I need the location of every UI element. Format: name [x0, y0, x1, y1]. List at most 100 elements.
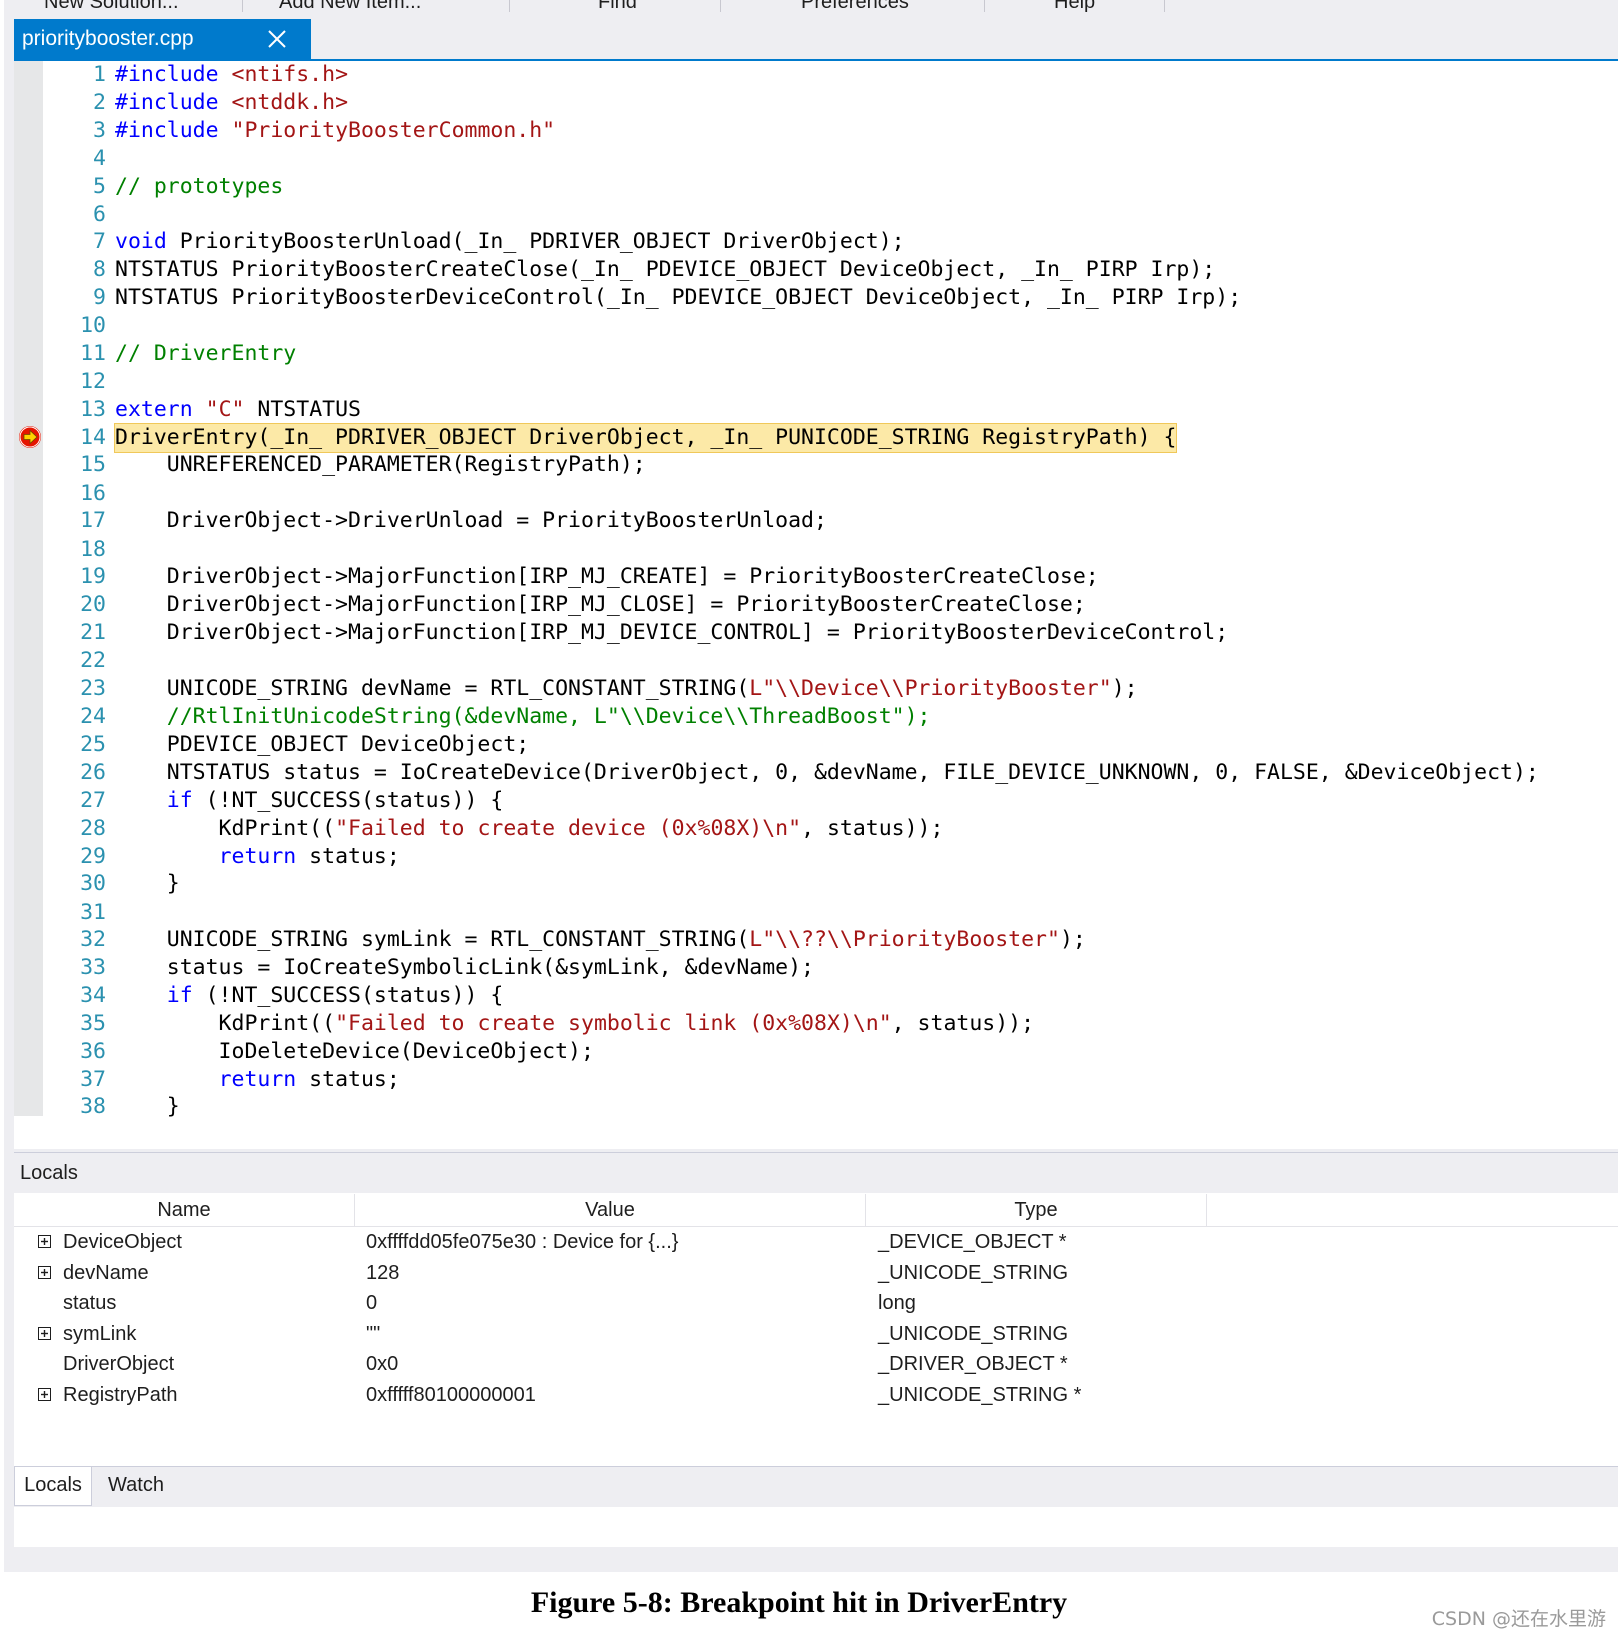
menu-item-preferences[interactable]: Preferences	[801, 0, 909, 13]
code-line[interactable]: 24 //RtlInitUnicodeString(&devName, L"\\…	[14, 703, 1618, 731]
code-editor[interactable]: 1 #include <ntifs.h> 2 #include <ntddk.h> 3 #…	[14, 61, 1618, 1149]
column-header-name[interactable]: Name	[14, 1194, 355, 1226]
code-line[interactable]: 4	[14, 145, 1618, 173]
code-line[interactable]: 37 return status;	[14, 1066, 1618, 1094]
tab-watch[interactable]: Watch	[94, 1467, 178, 1505]
code-token: , status));	[891, 1011, 1035, 1036]
code-line[interactable]: 25 PDEVICE_OBJECT DeviceObject;	[14, 731, 1618, 759]
code-keyword: if	[166, 788, 193, 813]
code-line[interactable]: 28 KdPrint(("Failed to create device (0x…	[14, 815, 1618, 843]
code-line[interactable]: 26 NTSTATUS status = IoCreateDevice(Driv…	[14, 759, 1618, 787]
code-line[interactable]: 6	[14, 201, 1618, 229]
code-line[interactable]: 38 }	[14, 1093, 1618, 1121]
code-line[interactable]: 33 status = IoCreateSymbolicLink(&symLin…	[14, 954, 1618, 982]
code-line[interactable]: 31	[14, 899, 1618, 927]
code-line[interactable]: 30 }	[14, 870, 1618, 898]
code-token: NTSTATUS PriorityBoosterCreateClose(_In_…	[115, 257, 1216, 282]
menu-item-new-solution[interactable]: New Solution...	[44, 0, 179, 13]
code-token: IoDeleteDevice(DeviceObject);	[115, 1039, 594, 1064]
code-text: #include <ntddk.h>	[115, 89, 348, 117]
code-line[interactable]: 10	[14, 312, 1618, 340]
locals-type-cell: _DRIVER_OBJECT *	[878, 1353, 1068, 1375]
line-number: 30	[80, 871, 106, 896]
locals-row[interactable]: DeviceObject 0xffffdd05fe075e30 : Device …	[14, 1227, 1618, 1258]
code-text: #include <ntifs.h>	[115, 61, 348, 89]
locals-value-cell[interactable]: 0xffffdd05fe075e30 : Device for {...}	[366, 1227, 678, 1258]
code-text: DriverObject->MajorFunction[IRP_MJ_DEVIC…	[115, 619, 1228, 647]
expand-plus-icon[interactable]	[38, 1235, 51, 1248]
close-icon[interactable]	[267, 29, 287, 49]
code-line[interactable]: 23 UNICODE_STRING devName = RTL_CONSTANT…	[14, 675, 1618, 703]
menu-item-add-new-item[interactable]: Add New Item...	[279, 0, 421, 13]
code-line[interactable]: 32 UNICODE_STRING symLink = RTL_CONSTANT…	[14, 926, 1618, 954]
tab-locals[interactable]: Locals	[14, 1467, 92, 1506]
locals-value-cell[interactable]: ""	[366, 1319, 380, 1350]
locals-row[interactable]: status 0 long	[14, 1288, 1618, 1319]
line-number: 15	[80, 452, 106, 477]
code-token: status;	[296, 844, 400, 869]
code-line[interactable]: 21 DriverObject->MajorFunction[IRP_MJ_DE…	[14, 619, 1618, 647]
menu-separator	[242, 0, 243, 12]
current-statement-text: DriverEntry(_In_ PDRIVER_OBJECT DriverOb…	[113, 423, 1178, 453]
code-line[interactable]: 27 if (!NT_SUCCESS(status)) {	[14, 787, 1618, 815]
locals-value-cell[interactable]: 0	[366, 1288, 377, 1319]
expand-plus-icon[interactable]	[38, 1388, 51, 1401]
code-line[interactable]: 13 extern "C" NTSTATUS	[14, 396, 1618, 424]
code-token: (!NT_SUCCESS(status)) {	[192, 983, 504, 1008]
locals-value-cell[interactable]: 0x0	[366, 1349, 398, 1380]
code-text: if (!NT_SUCCESS(status)) {	[115, 787, 504, 815]
code-line[interactable]: 18	[14, 536, 1618, 564]
code-line[interactable]: 15 UNREFERENCED_PARAMETER(RegistryPath);	[14, 451, 1618, 479]
ide-window: New Solution... Add New Item... Find Pre…	[4, 0, 1618, 1572]
locals-row[interactable]: DriverObject 0x0 _DRIVER_OBJECT *	[14, 1349, 1618, 1380]
locals-row[interactable]: RegistryPath 0xfffff80100000001 _UNICODE_S…	[14, 1380, 1618, 1411]
code-token: NTSTATUS	[244, 397, 361, 422]
code-line[interactable]: 17 DriverObject->DriverUnload = Priority…	[14, 507, 1618, 535]
code-token: DriverObject->MajorFunction[IRP_MJ_DEVIC…	[115, 620, 1229, 645]
code-line[interactable]: 9 NTSTATUS PriorityBoosterDeviceControl(_…	[14, 284, 1618, 312]
column-header-type[interactable]: Type	[866, 1194, 1207, 1226]
code-keyword: return	[218, 1067, 297, 1092]
code-line[interactable]: 20 DriverObject->MajorFunction[IRP_MJ_CL…	[14, 591, 1618, 619]
code-line[interactable]: 22	[14, 647, 1618, 675]
code-text: KdPrint(("Failed to create device (0x%08…	[115, 815, 944, 843]
menu-item-find[interactable]: Find	[598, 0, 637, 13]
code-line[interactable]: 5 // prototypes	[14, 173, 1618, 201]
code-text: UNICODE_STRING symLink = RTL_CONSTANT_ST…	[115, 926, 1086, 954]
code-line[interactable]: 2 #include <ntddk.h>	[14, 89, 1618, 117]
locals-value-cell[interactable]: 0xfffff80100000001	[366, 1380, 536, 1411]
code-line[interactable]: 29 return status;	[14, 843, 1618, 871]
code-text: NTSTATUS PriorityBoosterCreateClose(_In_…	[115, 256, 1215, 284]
code-text: extern "C" NTSTATUS	[115, 396, 361, 424]
code-text: PDEVICE_OBJECT DeviceObject;	[115, 731, 529, 759]
code-keyword: extern	[115, 397, 193, 422]
code-line[interactable]: 35 KdPrint(("Failed to create symbolic l…	[14, 1010, 1618, 1038]
code-line[interactable]: 7 void PriorityBoosterUnload(_In_ PDRIVER…	[14, 228, 1618, 256]
locals-row[interactable]: devName 128 _UNICODE_STRING	[14, 1258, 1618, 1289]
code-line[interactable]: 34 if (!NT_SUCCESS(status)) {	[14, 982, 1618, 1010]
menu-item-help[interactable]: Help	[1054, 0, 1095, 13]
code-line[interactable]: 16	[14, 480, 1618, 508]
locals-type-cell: _UNICODE_STRING	[878, 1262, 1069, 1284]
code-string: "Failed to create device (0x%08X)\n"	[335, 816, 802, 841]
locals-row[interactable]: symLink "" _UNICODE_STRING	[14, 1319, 1618, 1350]
expand-plus-icon[interactable]	[38, 1266, 51, 1279]
code-line[interactable]: 3 #include "PriorityBoosterCommon.h"	[14, 117, 1618, 145]
line-number: 8	[93, 257, 106, 282]
code-line[interactable]: 1 #include <ntifs.h>	[14, 61, 1618, 89]
code-line[interactable]: 19 DriverObject->MajorFunction[IRP_MJ_CR…	[14, 563, 1618, 591]
expand-plus-icon[interactable]	[38, 1327, 51, 1340]
locals-value-cell[interactable]: 128	[366, 1258, 399, 1289]
line-number: 24	[80, 704, 106, 729]
column-header-value[interactable]: Value	[355, 1194, 866, 1226]
tab-prioritybooster-cpp[interactable]: prioritybooster.cpp	[14, 19, 311, 59]
line-number: 2	[93, 90, 106, 115]
code-line[interactable]: 11 // DriverEntry	[14, 340, 1618, 368]
code-string: "Failed to create symbolic link (0x%08X)…	[335, 1011, 892, 1036]
code-line[interactable]: 12	[14, 368, 1618, 396]
code-line[interactable]: 36 IoDeleteDevice(DeviceObject);	[14, 1038, 1618, 1066]
code-line[interactable]: 14 DriverEntry(_In_ PDRIVER_OBJECT Driver…	[14, 423, 1618, 453]
code-line[interactable]: 8 NTSTATUS PriorityBoosterCreateClose(_In…	[14, 256, 1618, 284]
